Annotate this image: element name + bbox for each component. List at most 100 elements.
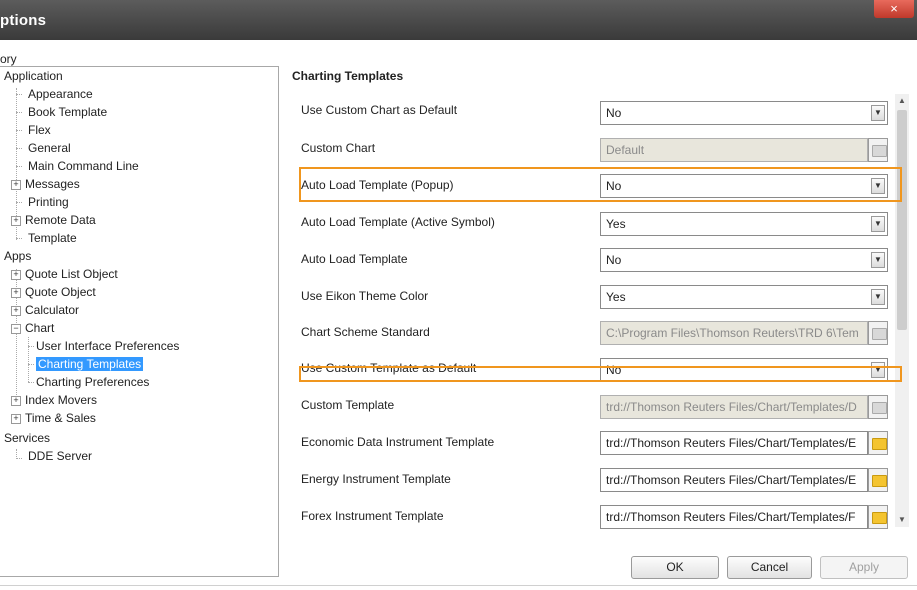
tree-item-label: Time & Sales: [25, 411, 96, 425]
tree-item-book-template[interactable]: Book Template: [28, 103, 107, 121]
setting-label: Use Custom Chart as Default: [301, 103, 458, 117]
expand-icon[interactable]: +: [11, 413, 21, 424]
custom-chart-field: Default: [600, 138, 868, 162]
tree-item-general[interactable]: General: [28, 139, 71, 157]
tree-item-label: Main Command Line: [28, 159, 139, 173]
ok-button[interactable]: OK: [631, 556, 719, 579]
tree-item-apps[interactable]: Apps: [4, 247, 31, 265]
tree-item-label: Appearance: [28, 87, 93, 101]
collapse-icon[interactable]: −: [11, 323, 21, 334]
dropdown-arrow-icon[interactable]: ▼: [871, 289, 885, 305]
field-value: trd://Thomson Reuters Files/Chart/Templa…: [606, 510, 856, 524]
tree-item-appearance[interactable]: Appearance: [28, 85, 93, 103]
folder-icon[interactable]: [868, 431, 888, 455]
category-label: ory: [0, 52, 17, 66]
expand-icon[interactable]: +: [11, 305, 21, 316]
economic-data-template-field[interactable]: trd://Thomson Reuters Files/Chart/Templa…: [600, 431, 868, 455]
settings-scrollbar[interactable]: ▲ ▼: [895, 94, 909, 527]
setting-label: Use Eikon Theme Color: [301, 289, 429, 303]
tree-item-label: DDE Server: [28, 449, 93, 463]
tree-item-label: Chart: [25, 321, 55, 335]
expand-icon[interactable]: +: [11, 395, 21, 406]
field-value: C:\Program Files\Thomson Reuters\TRD 6\T…: [606, 326, 859, 340]
tree-item-label: Book Template: [28, 105, 108, 119]
window-title: ptions: [0, 12, 47, 29]
tree-item-quote-list-object[interactable]: + Quote List Object: [11, 265, 118, 283]
highlight-box: [299, 167, 902, 202]
tree-item-time-sales[interactable]: + Time & Sales: [11, 409, 96, 427]
tree-item-label: Messages: [25, 177, 80, 191]
field-value: trd://Thomson Reuters Files/Chart/Templa…: [606, 473, 857, 487]
chart-scheme-standard-field: C:\Program Files\Thomson Reuters\TRD 6\T…: [600, 321, 868, 345]
close-button[interactable]: ×: [874, 0, 914, 18]
tree-item-label: Calculator: [25, 303, 80, 317]
expand-icon[interactable]: +: [11, 179, 21, 190]
tree-item-label: Index Movers: [25, 393, 98, 407]
energy-template-field[interactable]: trd://Thomson Reuters Files/Chart/Templa…: [600, 468, 868, 492]
tree-item-label: Apps: [4, 249, 32, 263]
dropdown-value: No: [606, 253, 622, 267]
dropdown-value: No: [606, 106, 622, 120]
setting-label: Chart Scheme Standard: [301, 325, 430, 339]
setting-label: Custom Chart: [301, 141, 376, 155]
expand-icon[interactable]: +: [11, 215, 21, 226]
eikon-theme-color-dropdown[interactable]: Yes ▼: [600, 285, 888, 309]
tree-item-services[interactable]: Services: [4, 429, 50, 447]
scroll-thumb[interactable]: [897, 110, 907, 330]
tree-item-charting-preferences[interactable]: Charting Preferences: [36, 373, 149, 391]
tree-item-calculator[interactable]: + Calculator: [11, 301, 79, 319]
use-custom-chart-dropdown[interactable]: No ▼: [600, 101, 888, 125]
tree-item-main-command-line[interactable]: Main Command Line: [28, 157, 139, 175]
tree-item-label: Charting Templates: [36, 357, 144, 371]
dropdown-arrow-icon[interactable]: ▼: [871, 216, 885, 232]
tree-item-label: Charting Preferences: [36, 375, 150, 389]
tree-item-application[interactable]: Application: [4, 67, 63, 85]
title-bar: ptions ×: [0, 0, 917, 40]
tree-item-label: Application: [4, 69, 63, 83]
tree-item-label: Remote Data: [25, 213, 96, 227]
setting-label: Custom Template: [301, 398, 395, 412]
forex-template-field[interactable]: trd://Thomson Reuters Files/Chart/Templa…: [600, 505, 868, 529]
tree-item-charting-templates[interactable]: Charting Templates: [36, 355, 144, 373]
folder-icon[interactable]: [868, 505, 888, 529]
tree-item-remote-data[interactable]: + Remote Data: [11, 211, 96, 229]
folder-icon[interactable]: [868, 468, 888, 492]
folder-icon: [868, 321, 888, 345]
auto-load-active-symbol-dropdown[interactable]: Yes ▼: [600, 212, 888, 236]
custom-template-field: trd://Thomson Reuters Files/Chart/Templa…: [600, 395, 868, 419]
tree-item-label: User Interface Preferences: [36, 339, 180, 353]
tree-item-printing[interactable]: Printing: [28, 193, 69, 211]
scroll-up-icon[interactable]: ▲: [895, 94, 909, 108]
tree-item-quote-object[interactable]: + Quote Object: [11, 283, 96, 301]
tree-item-chart[interactable]: − Chart: [11, 319, 54, 337]
tree-item-label: Quote Object: [25, 285, 96, 299]
auto-load-template-dropdown[interactable]: No ▼: [600, 248, 888, 272]
expand-icon[interactable]: +: [11, 269, 21, 280]
dropdown-arrow-icon[interactable]: ▼: [871, 252, 885, 268]
tree-item-template[interactable]: Template: [28, 229, 77, 247]
tree-item-flex[interactable]: Flex: [28, 121, 51, 139]
scroll-down-icon[interactable]: ▼: [895, 513, 909, 527]
highlight-box: [299, 366, 902, 382]
tree-item-label: Quote List Object: [25, 267, 118, 281]
tree-item-index-movers[interactable]: + Index Movers: [11, 391, 97, 409]
field-value: trd://Thomson Reuters Files/Chart/Templa…: [606, 400, 857, 414]
setting-label: Auto Load Template (Active Symbol): [301, 215, 495, 229]
setting-label: Auto Load Template: [301, 252, 408, 266]
tree-item-dde-server[interactable]: DDE Server: [28, 447, 92, 465]
cancel-button[interactable]: Cancel: [727, 556, 812, 579]
tree-item-label: Printing: [28, 195, 69, 209]
tree-item-messages[interactable]: + Messages: [11, 175, 80, 193]
setting-label: Energy Instrument Template: [301, 472, 451, 486]
tree-item-user-interface-preferences[interactable]: User Interface Preferences: [36, 337, 179, 355]
folder-icon: [868, 138, 888, 162]
dropdown-arrow-icon[interactable]: ▼: [871, 105, 885, 121]
expand-icon[interactable]: +: [11, 287, 21, 298]
folder-icon: [868, 395, 888, 419]
tree-item-label: Services: [4, 431, 51, 445]
field-value: trd://Thomson Reuters Files/Chart/Templa…: [606, 436, 857, 450]
apply-button[interactable]: Apply: [820, 556, 908, 579]
divider: [0, 585, 917, 586]
tree-item-label: General: [28, 141, 71, 155]
dropdown-value: Yes: [606, 290, 626, 304]
